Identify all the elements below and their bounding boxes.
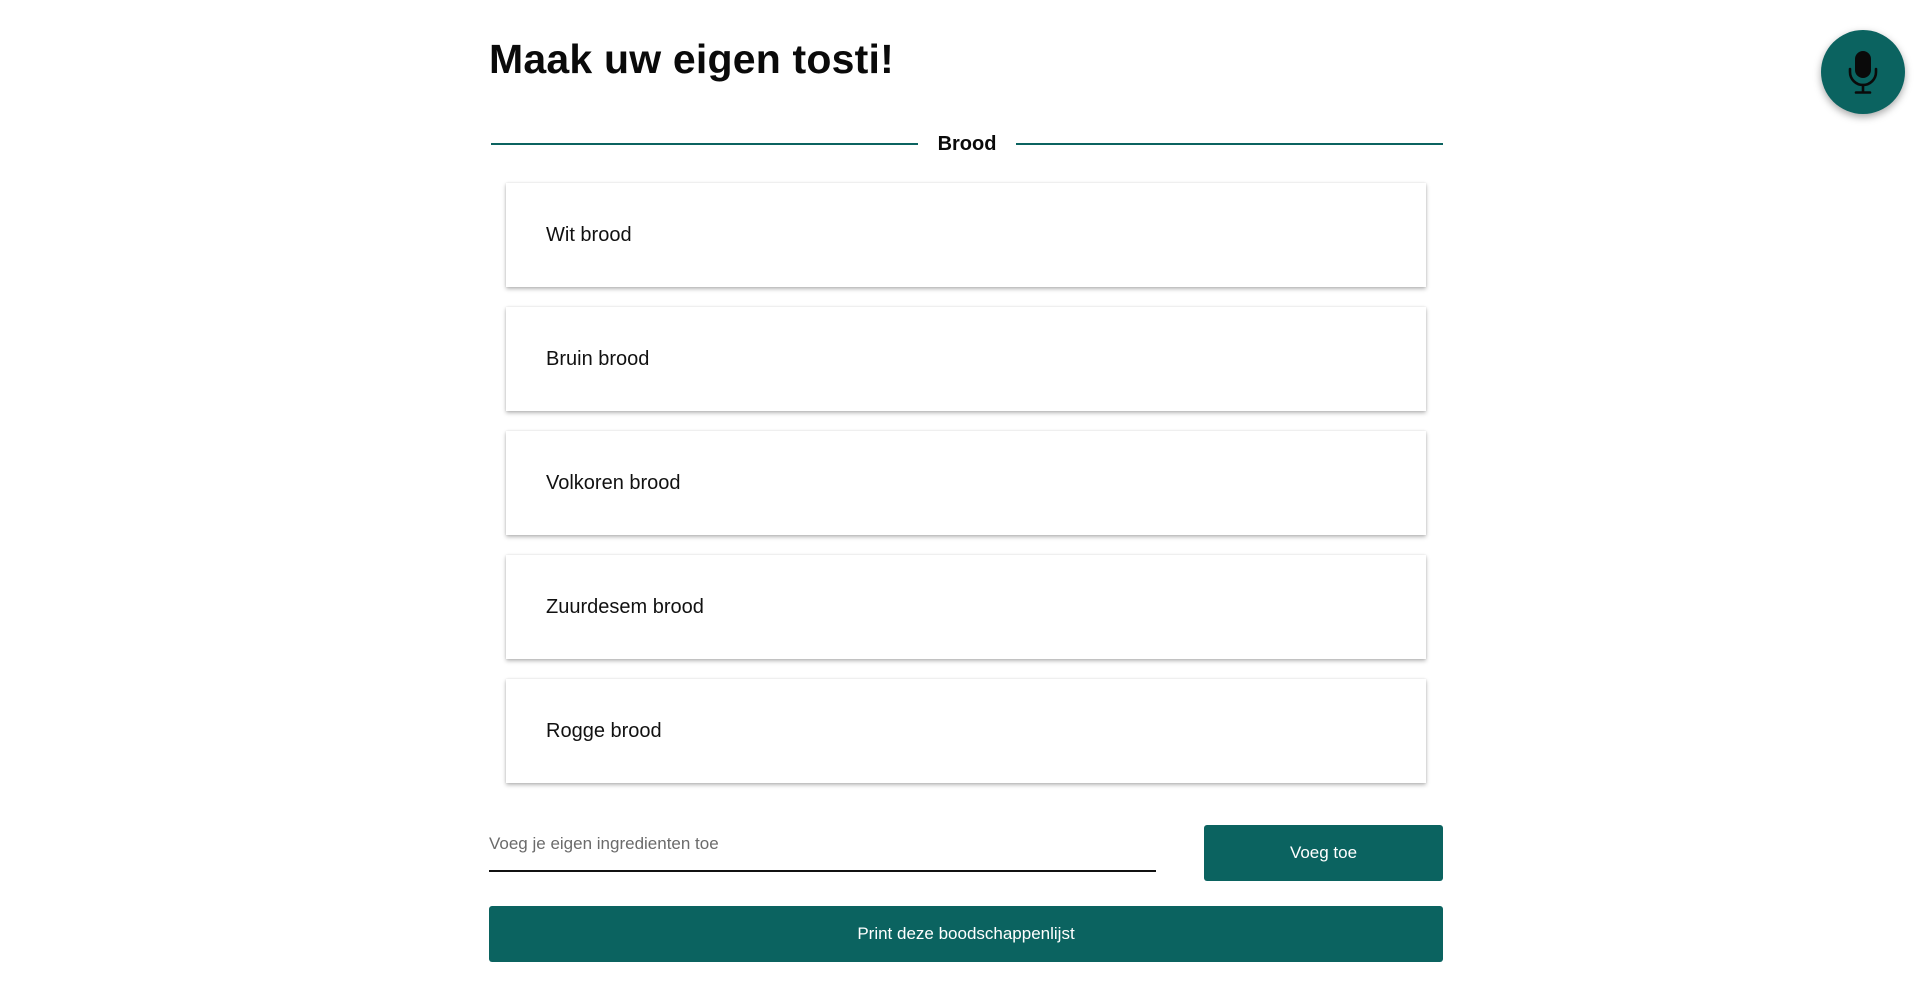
print-list-button[interactable]: Print deze boodschappenlijst xyxy=(489,906,1443,962)
divider-line-right xyxy=(1016,143,1444,145)
page-title: Maak uw eigen tosti! xyxy=(489,36,894,82)
option-card-wit-brood[interactable]: Wit brood xyxy=(506,183,1426,287)
option-card-rogge-brood[interactable]: Rogge brood xyxy=(506,679,1426,783)
option-card-zuurdesem-brood[interactable]: Zuurdesem brood xyxy=(506,555,1426,659)
option-label: Volkoren brood xyxy=(546,471,681,494)
ingredient-input-wrapper xyxy=(489,820,1156,872)
divider-line-left xyxy=(491,143,918,145)
option-label: Zuurdesem brood xyxy=(546,595,704,618)
option-label: Bruin brood xyxy=(546,347,650,370)
voice-input-button[interactable] xyxy=(1821,30,1905,114)
ingredient-input[interactable] xyxy=(489,820,1156,868)
option-card-volkoren-brood[interactable]: Volkoren brood xyxy=(506,431,1426,535)
option-card-bruin-brood[interactable]: Bruin brood xyxy=(506,307,1426,411)
section-divider: Brood xyxy=(491,130,1444,158)
bread-option-list: Wit brood Bruin brood Volkoren brood Zuu… xyxy=(506,183,1426,803)
microphone-icon xyxy=(1848,51,1878,94)
add-ingredient-button[interactable]: Voeg toe xyxy=(1204,825,1443,881)
section-label: Brood xyxy=(937,132,997,155)
option-label: Rogge brood xyxy=(546,719,662,742)
option-label: Wit brood xyxy=(546,223,632,246)
